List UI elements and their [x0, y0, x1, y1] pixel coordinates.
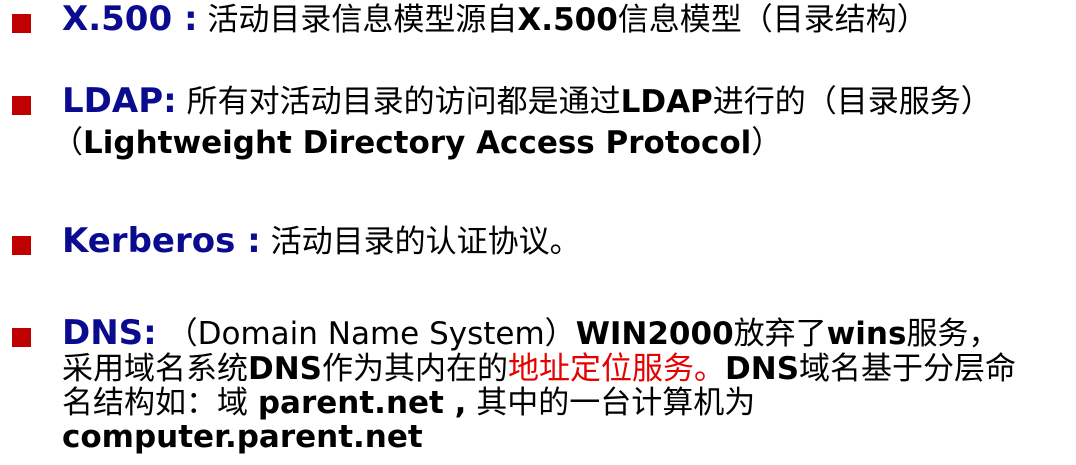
- text-segment: 域名基于分层命: [799, 351, 1017, 387]
- text-segment: X.500: [517, 2, 618, 38]
- text-segment: 信息模型（目录结构）: [617, 2, 928, 38]
- term-dns: DNS:: [62, 313, 157, 353]
- square-bullet-icon: [12, 328, 31, 347]
- text-segment: wins: [826, 316, 907, 352]
- text-segment: computer.parent.net: [62, 419, 423, 455]
- term-kerberos: Kerberos :: [62, 221, 261, 261]
- square-bullet-icon: [12, 236, 31, 255]
- text-segment: （: [52, 125, 83, 161]
- text-segment: 其中的一台计算机为: [466, 385, 756, 421]
- term-x500: X.500 :: [62, 0, 198, 39]
- text-segment: 进行的（目录服务）: [712, 84, 992, 120]
- text-segment: 活动目录的认证协议。: [260, 224, 581, 260]
- text-segment: 放弃了: [733, 316, 827, 352]
- highlight-text: 地址定位服务。: [508, 351, 726, 387]
- text-segment: WIN2000: [575, 316, 734, 352]
- term-ldap: LDAP:: [62, 81, 177, 121]
- text-segment: ）: [751, 125, 783, 161]
- square-bullet-icon: [12, 96, 31, 115]
- text-segment: LDAP: [620, 84, 713, 120]
- text-segment: DNS: [248, 351, 323, 387]
- text-segment: 服务，: [906, 316, 1000, 352]
- text-segment: 采用域名系统: [62, 351, 248, 387]
- text-segment: （Domain Name System）: [156, 316, 576, 352]
- square-bullet-icon: [12, 14, 31, 33]
- text-segment: 名结构如：域: [62, 385, 258, 421]
- text-segment: DNS: [725, 351, 800, 387]
- text-segment: 活动目录信息模型源自: [197, 2, 518, 38]
- text-segment: 作为其内在的: [322, 351, 509, 387]
- text-segment: parent.net ,: [257, 385, 467, 421]
- text-segment: Lightweight Directory Access Protocol: [83, 125, 752, 161]
- text-segment: 所有对活动目录的访问都是通过: [176, 84, 621, 120]
